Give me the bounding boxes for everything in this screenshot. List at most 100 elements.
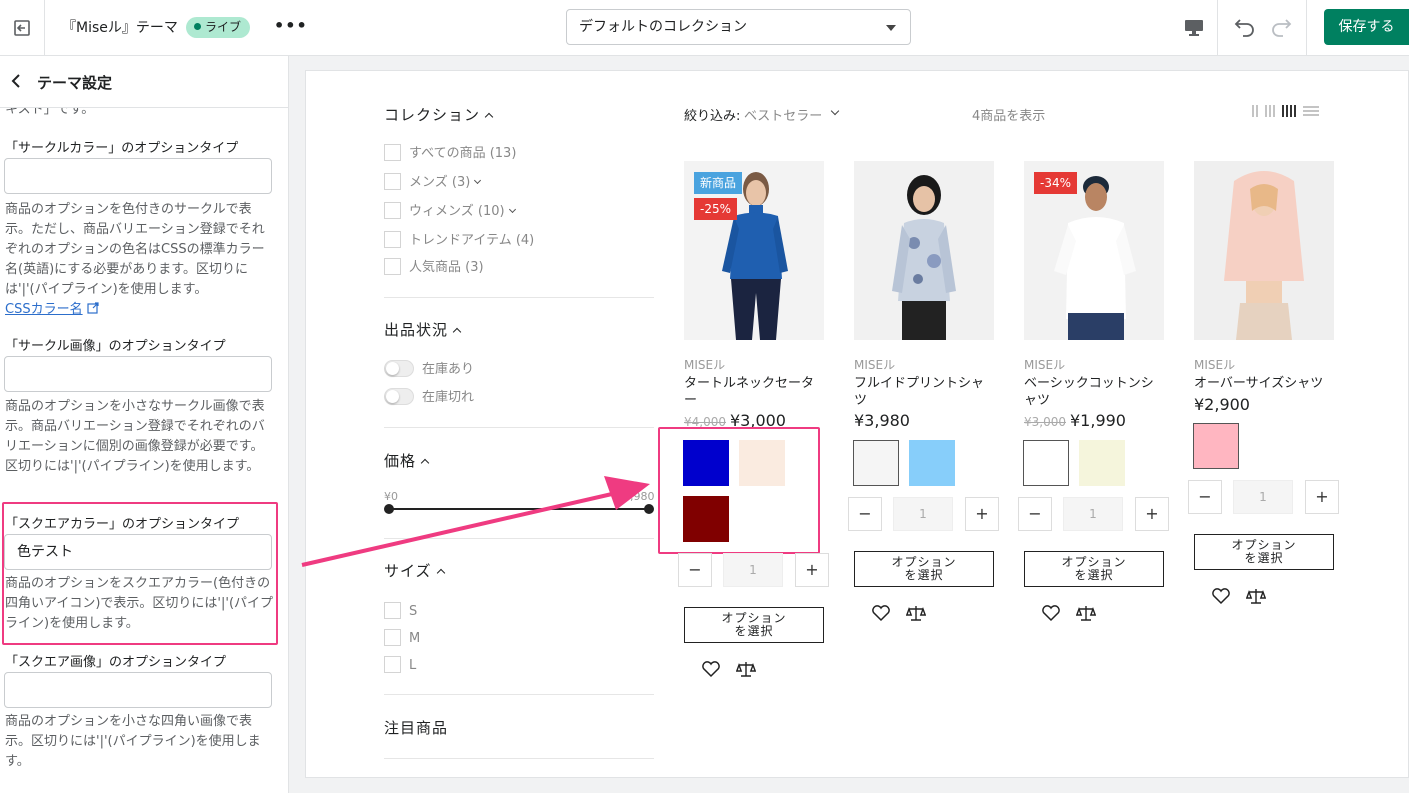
price-min-label: ¥0 — [384, 490, 398, 503]
checkbox[interactable] — [384, 258, 401, 275]
toggle-switch[interactable] — [384, 388, 414, 405]
checkbox[interactable] — [384, 173, 401, 190]
heart-icon[interactable] — [1041, 604, 1061, 622]
chevron-down-icon[interactable] — [474, 176, 482, 185]
checkbox[interactable] — [384, 629, 401, 646]
compare-scale-icon[interactable] — [906, 604, 926, 622]
square-color-input[interactable]: 色テスト — [4, 534, 272, 570]
color-swatch[interactable] — [1023, 440, 1069, 486]
model-photo — [854, 161, 994, 340]
collection-select[interactable]: デフォルトのコレクション — [566, 9, 911, 45]
filter-in-stock[interactable]: 在庫あり — [384, 360, 474, 378]
compare-scale-icon[interactable] — [1076, 604, 1096, 622]
qty-input[interactable]: 1 — [893, 497, 953, 531]
square-image-input[interactable] — [4, 672, 272, 708]
checkbox[interactable] — [384, 656, 401, 673]
sort-select[interactable]: ベストセラー — [744, 105, 822, 124]
qty-increase-button[interactable]: + — [1135, 497, 1169, 531]
qty-increase-button[interactable]: + — [1305, 480, 1339, 514]
price-max-handle[interactable] — [644, 504, 654, 514]
product-title[interactable]: タートルネックセーター — [684, 375, 826, 409]
heart-icon[interactable] — [701, 660, 721, 678]
square-image-help: 商品のオプションを小さな四角い画像で表示。区切りには'|'(パイプライン)を使用… — [5, 714, 261, 769]
checkbox[interactable] — [384, 231, 401, 248]
filter-size-m[interactable]: M — [384, 629, 420, 647]
device-preview-button[interactable] — [1170, 0, 1218, 56]
square-color-label: 「スクエアカラー」のオプションタイプ — [5, 517, 240, 532]
qty-input[interactable]: 1 — [1233, 480, 1293, 514]
filter-collection-toggle[interactable]: コレクション — [384, 104, 494, 125]
grid-2-icon[interactable] — [1252, 105, 1258, 117]
filter-price-toggle[interactable]: 価格 — [384, 450, 430, 471]
qty-input[interactable]: 1 — [723, 553, 783, 587]
heart-icon[interactable] — [1211, 587, 1231, 605]
color-swatch[interactable] — [853, 440, 899, 486]
product-image-fluid-print[interactable] — [854, 161, 994, 340]
redo-button[interactable] — [1268, 14, 1294, 40]
product-title[interactable]: フルイドプリントシャツ — [854, 375, 996, 409]
grid-3-icon[interactable] — [1265, 105, 1275, 117]
qty-decrease-button[interactable]: − — [1018, 497, 1052, 531]
color-swatch[interactable] — [739, 440, 785, 486]
css-color-name-link[interactable]: CSSカラー名 — [5, 302, 83, 317]
qty-decrease-button[interactable]: − — [678, 553, 712, 587]
product-vendor: MISEル — [1024, 358, 1066, 372]
heart-icon[interactable] — [871, 604, 891, 622]
filter-out-of-stock[interactable]: 在庫切れ — [384, 388, 474, 406]
sale-badge: -34% — [1034, 172, 1078, 194]
filter-option-womens[interactable]: ウィメンズ (10) — [384, 202, 516, 220]
sidebar-header: テーマ設定 — [0, 56, 288, 108]
filter-divider — [384, 427, 654, 428]
compare-scale-icon[interactable] — [1246, 587, 1266, 605]
filter-divider — [384, 538, 654, 539]
qty-increase-button[interactable]: + — [795, 553, 829, 587]
select-options-button[interactable]: オプション を選択 — [684, 607, 824, 643]
qty-decrease-button[interactable]: − — [1188, 480, 1222, 514]
filter-size-l[interactable]: L — [384, 656, 416, 674]
qty-decrease-button[interactable]: − — [848, 497, 882, 531]
circle-image-help: 商品のオプションを小さなサークル画像で表示。商品バリエーション登録でそれぞれのバ… — [5, 399, 265, 474]
filter-option-mens[interactable]: メンズ (3) — [384, 173, 482, 191]
compare-scale-icon[interactable] — [736, 660, 756, 678]
qty-increase-button[interactable]: + — [965, 497, 999, 531]
color-swatch[interactable] — [683, 496, 729, 542]
back-arrow-icon[interactable] — [8, 72, 24, 90]
filter-size-toggle[interactable]: サイズ — [384, 560, 445, 581]
chevron-down-icon[interactable] — [508, 205, 516, 214]
undo-button[interactable] — [1232, 14, 1258, 40]
checkbox[interactable] — [384, 602, 401, 619]
more-actions-button[interactable]: ••• — [274, 16, 307, 38]
list-view-icon[interactable] — [1303, 106, 1319, 116]
select-options-button[interactable]: オプション を選択 — [1024, 551, 1164, 587]
save-button[interactable]: 保存する — [1324, 9, 1409, 45]
checkbox[interactable] — [384, 202, 401, 219]
exit-button[interactable] — [0, 0, 45, 56]
top-bar: 『Miseル』テーマ ライブ ••• デフォルトのコレクション 保存する — [0, 0, 1409, 56]
color-swatch[interactable] — [1193, 423, 1239, 469]
filter-size-s[interactable]: S — [384, 602, 417, 620]
product-title[interactable]: ベーシックコットンシャツ — [1024, 375, 1166, 409]
select-options-button[interactable]: オプション を選択 — [1194, 534, 1334, 570]
price-min-handle[interactable] — [384, 504, 394, 514]
filter-option-trend[interactable]: トレンドアイテム (4) — [384, 231, 534, 249]
circle-color-label: 「サークルカラー」のオプションタイプ — [5, 141, 239, 156]
filter-availability-toggle[interactable]: 出品状況 — [384, 319, 462, 340]
collection-select-value: デフォルトのコレクション — [579, 19, 747, 35]
checkbox[interactable] — [384, 144, 401, 161]
price-max-label: ¥3,980 — [616, 490, 655, 503]
product-image-oversize-shirt[interactable] — [1194, 161, 1334, 340]
color-swatch[interactable] — [683, 440, 729, 486]
circle-image-input[interactable] — [4, 356, 272, 392]
select-options-button[interactable]: オプション を選択 — [854, 551, 994, 587]
qty-input[interactable]: 1 — [1063, 497, 1123, 531]
toggle-switch[interactable] — [384, 360, 414, 377]
filter-option-popular[interactable]: 人気商品 (3) — [384, 258, 484, 276]
price-range-track[interactable] — [388, 508, 650, 510]
color-swatch[interactable] — [909, 440, 955, 486]
grid-4-icon[interactable] — [1282, 105, 1296, 117]
circle-color-input[interactable] — [4, 158, 272, 194]
filter-option-all[interactable]: すべての商品 (13) — [384, 144, 516, 162]
color-swatch[interactable] — [1079, 440, 1125, 486]
product-title[interactable]: オーバーサイズシャツ — [1194, 375, 1336, 392]
filter-featured-toggle[interactable]: 注目商品 — [384, 717, 448, 738]
